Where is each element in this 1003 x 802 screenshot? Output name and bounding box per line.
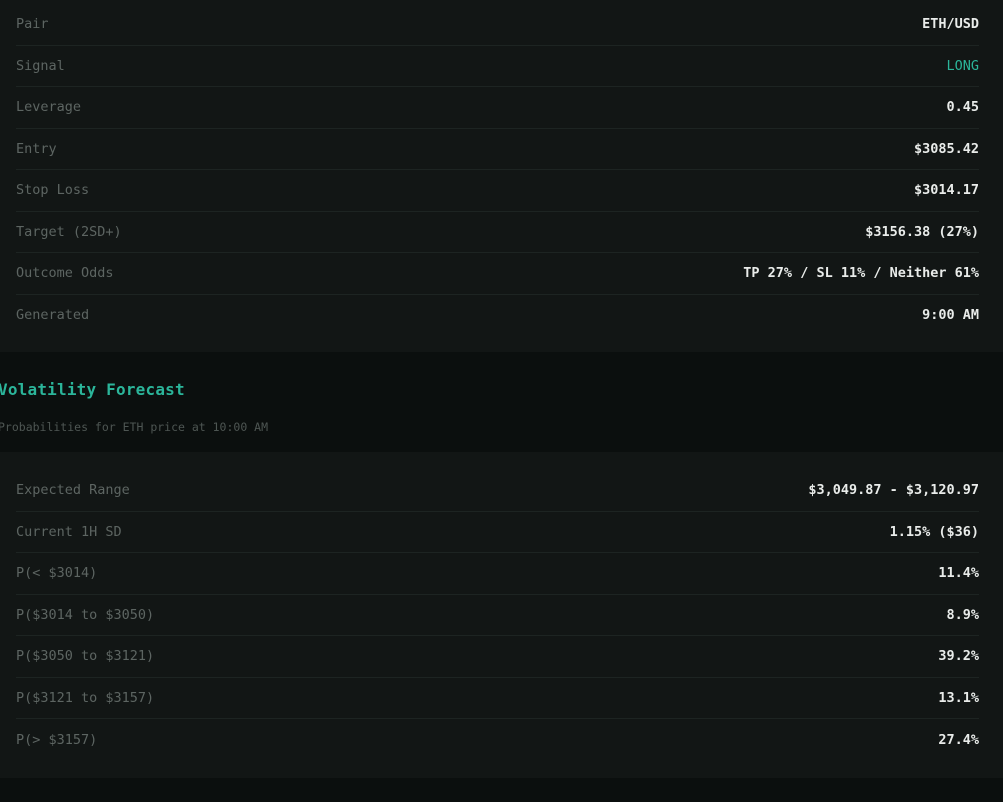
entry-label: Entry: [16, 140, 57, 157]
outcome-odds-value: TP 27% / SL 11% / Neither 61%: [743, 265, 979, 282]
forecast-row-current-sd: Current 1H SD 1.15% ($36): [16, 512, 979, 553]
forecast-row-3121-3157: P($3121 to $3157) 13.1%: [16, 678, 979, 719]
target-label: Target (2SD+): [16, 223, 122, 240]
forecast-row-3050-3121: P($3050 to $3121) 39.2%: [16, 636, 979, 678]
detail-row-signal: Signal LONG: [16, 46, 979, 87]
probability-value: 11.4%: [938, 565, 979, 582]
forecast-section-header: Volatility Forecast Probabilities for ET…: [0, 352, 1003, 452]
probability-label: P($3050 to $3121): [16, 648, 155, 665]
signal-details-card: Pair ETH/USD Signal LONG Leverage 0.45 E…: [0, 0, 1003, 352]
leverage-label: Leverage: [16, 99, 82, 116]
expected-range-label: Expected Range: [16, 482, 130, 499]
outcome-odds-label: Outcome Odds: [16, 265, 114, 282]
detail-row-pair: Pair ETH/USD: [16, 4, 979, 46]
probability-value: 27.4%: [938, 731, 979, 748]
stop-loss-value: $3014.17: [913, 182, 979, 199]
target-value: $3156.38 (27%): [865, 223, 979, 240]
probability-label: P($3014 to $3050): [16, 606, 155, 623]
detail-row-entry: Entry $3085.42: [16, 129, 979, 170]
detail-row-stop-loss: Stop Loss $3014.17: [16, 170, 979, 212]
leverage-value: 0.45: [946, 99, 979, 116]
forecast-row-expected-range: Expected Range $3,049.87 - $3,120.97: [16, 470, 979, 512]
detail-row-outcome-odds: Outcome Odds TP 27% / SL 11% / Neither 6…: [16, 253, 979, 295]
forecast-row-3014-3050: P($3014 to $3050) 8.9%: [16, 595, 979, 636]
forecast-card: Expected Range $3,049.87 - $3,120.97 Cur…: [0, 452, 1003, 778]
detail-row-leverage: Leverage 0.45: [16, 87, 979, 129]
current-sd-label: Current 1H SD: [16, 523, 122, 540]
probability-value: 39.2%: [938, 648, 979, 665]
pair-value: ETH/USD: [922, 16, 979, 33]
section-subtitle: Probabilities for ETH price at 10:00 AM: [0, 420, 269, 434]
probability-label: P(< $3014): [16, 565, 98, 582]
generated-value: 9:00 AM: [922, 307, 979, 324]
detail-row-generated: Generated 9:00 AM: [16, 295, 979, 337]
current-sd-value: 1.15% ($36): [889, 523, 979, 540]
probability-value: 8.9%: [946, 606, 979, 623]
probability-label: P(> $3157): [16, 731, 98, 748]
forecast-row-above-3157: P(> $3157) 27.4%: [16, 719, 979, 761]
stop-loss-label: Stop Loss: [16, 182, 90, 199]
pair-label: Pair: [16, 16, 49, 33]
signal-label: Signal: [16, 57, 65, 74]
entry-value: $3085.42: [913, 140, 979, 157]
probability-label: P($3121 to $3157): [16, 689, 155, 706]
section-title: Volatility Forecast: [0, 380, 185, 399]
forecast-row-below-3014: P(< $3014) 11.4%: [16, 553, 979, 595]
expected-range-value: $3,049.87 - $3,120.97: [808, 482, 979, 499]
detail-row-target: Target (2SD+) $3156.38 (27%): [16, 212, 979, 253]
probability-value: 13.1%: [938, 689, 979, 706]
generated-label: Generated: [16, 307, 90, 324]
signal-value: LONG: [946, 57, 979, 74]
